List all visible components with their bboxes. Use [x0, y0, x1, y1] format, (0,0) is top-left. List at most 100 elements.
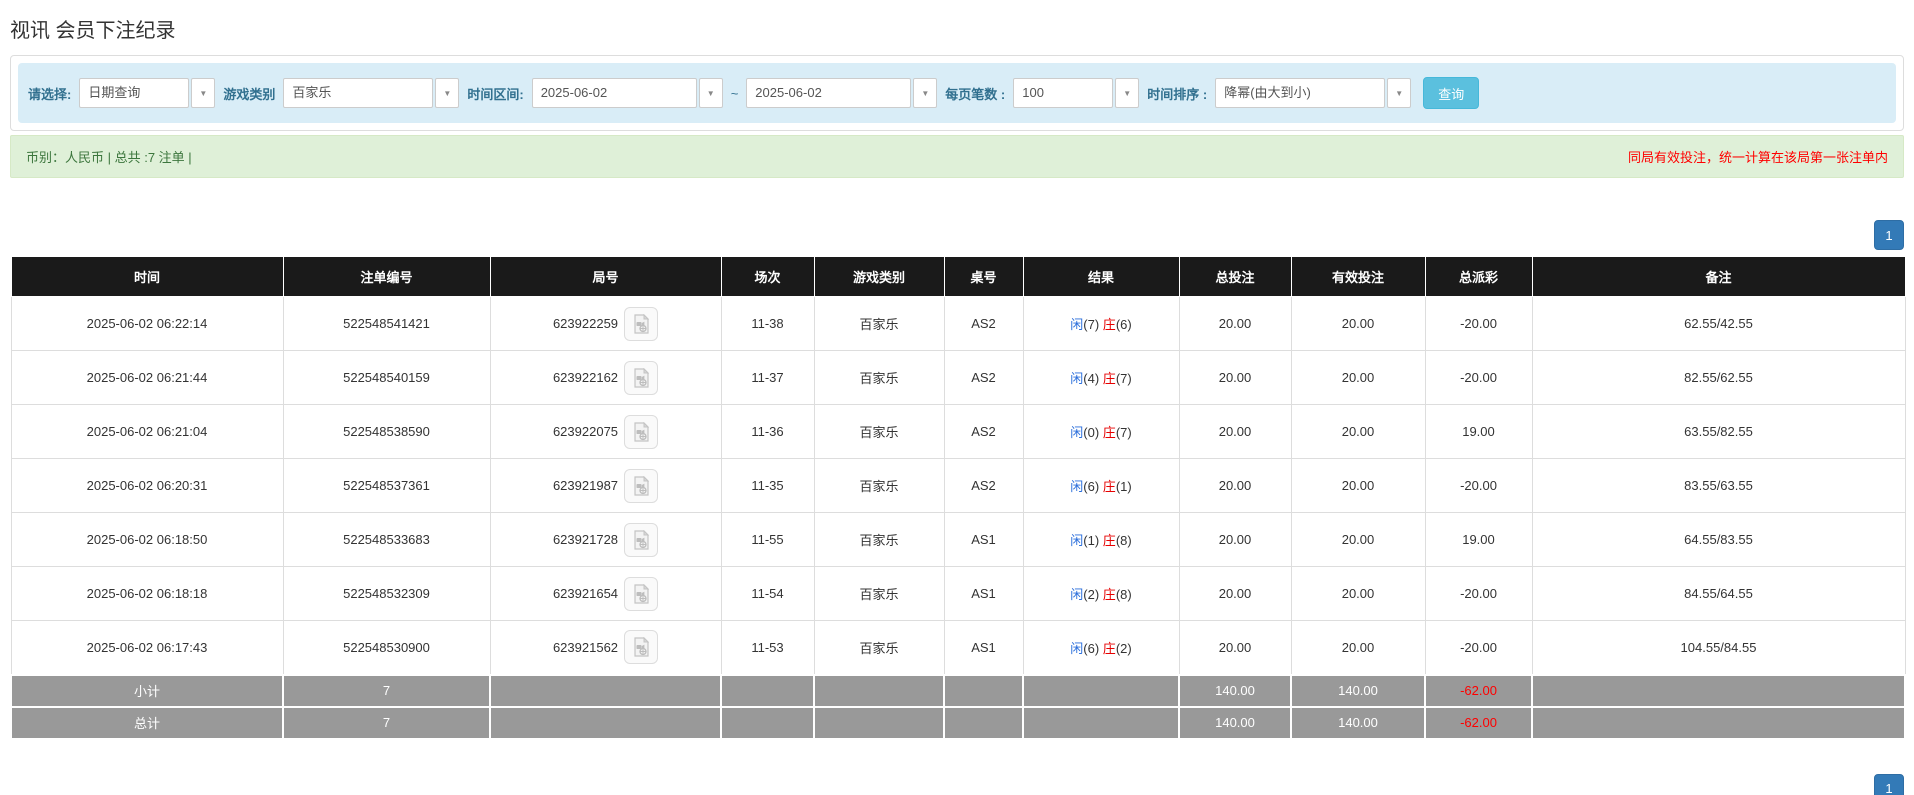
- chevron-down-icon[interactable]: ▼: [699, 78, 723, 108]
- page-size-value: 100: [1013, 78, 1113, 108]
- page-1-button[interactable]: 1: [1874, 774, 1904, 795]
- video-replay-button[interactable]: [624, 469, 658, 503]
- cell-valid-bet: 20.00: [1291, 297, 1425, 351]
- date-from-dropdown[interactable]: 2025-06-02 ▼: [532, 78, 723, 108]
- table-row: 2025-06-02 06:18:18 522548532309 6239216…: [11, 567, 1905, 621]
- cell-payout: 19.00: [1425, 405, 1532, 459]
- grand-total-row: 总计 7 140.00 140.00 -62.00: [11, 707, 1905, 739]
- cell-time: 2025-06-02 06:21:04: [11, 405, 283, 459]
- sort-order-dropdown[interactable]: 降幂(由大到小) ▼: [1215, 78, 1411, 108]
- select-mode-dropdown[interactable]: 日期查询 ▼: [79, 78, 215, 108]
- cell-total-bet[interactable]: 20.00: [1179, 405, 1291, 459]
- table-header-row: 时间 注单编号 局号 场次 游戏类别 桌号 结果 总投注 有效投注 总派彩 备注: [11, 257, 1905, 297]
- cell-game-type: 百家乐: [814, 405, 944, 459]
- bet-records-table: 时间 注单编号 局号 场次 游戏类别 桌号 结果 总投注 有效投注 总派彩 备注…: [10, 256, 1906, 740]
- select-mode-value: 日期查询: [79, 78, 189, 108]
- video-replay-button[interactable]: [624, 523, 658, 557]
- cell-total-bet[interactable]: 20.00: [1179, 297, 1291, 351]
- cell-time: 2025-06-02 06:18:50: [11, 513, 283, 567]
- time-range-label: 时间区间:: [467, 84, 523, 103]
- page-title: 视讯 会员下注纪录: [10, 14, 1914, 43]
- cell-valid-bet: 20.00: [1291, 513, 1425, 567]
- cell-session: 11-38: [721, 297, 814, 351]
- date-from-value: 2025-06-02: [532, 78, 697, 108]
- chevron-down-icon[interactable]: ▼: [1387, 78, 1411, 108]
- video-replay-icon: [631, 584, 651, 604]
- cell-session: 11-37: [721, 351, 814, 405]
- chevron-down-icon[interactable]: ▼: [1115, 78, 1139, 108]
- cell-session: 11-53: [721, 621, 814, 675]
- cell-payout: -20.00: [1425, 567, 1532, 621]
- cell-valid-bet: 20.00: [1291, 405, 1425, 459]
- total-total-bet: 140.00: [1179, 707, 1291, 739]
- total-valid-bet: 140.00: [1291, 707, 1425, 739]
- header-table-no: 桌号: [944, 257, 1023, 297]
- chevron-down-icon[interactable]: ▼: [913, 78, 937, 108]
- cell-result: 闲(6) 庄(2): [1023, 621, 1179, 675]
- cell-table-no: AS2: [944, 405, 1023, 459]
- video-replay-button[interactable]: [624, 630, 658, 664]
- filter-bar: 请选择: 日期查询 ▼ 游戏类别 百家乐 ▼ 时间区间: 2025-06-02 …: [18, 63, 1896, 123]
- cell-total-bet[interactable]: 20.00: [1179, 567, 1291, 621]
- table-row: 2025-06-02 06:18:50 522548533683 6239217…: [11, 513, 1905, 567]
- chevron-down-icon[interactable]: ▼: [435, 78, 459, 108]
- cell-total-bet[interactable]: 20.00: [1179, 351, 1291, 405]
- video-replay-button[interactable]: [624, 415, 658, 449]
- cell-remark: 62.55/42.55: [1532, 297, 1905, 351]
- cell-remark: 63.55/82.55: [1532, 405, 1905, 459]
- header-round-id: 局号: [490, 257, 721, 297]
- cell-table-no: AS2: [944, 459, 1023, 513]
- cell-remark: 64.55/83.55: [1532, 513, 1905, 567]
- sort-order-label: 时间排序 :: [1147, 84, 1207, 103]
- cell-bet-id: 522548540159: [283, 351, 490, 405]
- page-1-button[interactable]: 1: [1874, 220, 1904, 250]
- header-game-type: 游戏类别: [814, 257, 944, 297]
- cell-total-bet[interactable]: 20.00: [1179, 513, 1291, 567]
- table-row: 2025-06-02 06:21:04 522548538590 6239220…: [11, 405, 1905, 459]
- cell-time: 2025-06-02 06:22:14: [11, 297, 283, 351]
- date-to-dropdown[interactable]: 2025-06-02 ▼: [746, 78, 937, 108]
- cell-result: 闲(4) 庄(7): [1023, 351, 1179, 405]
- cell-valid-bet: 20.00: [1291, 567, 1425, 621]
- sort-order-value: 降幂(由大到小): [1215, 78, 1385, 108]
- cell-session: 11-35: [721, 459, 814, 513]
- cell-remark: 82.55/62.55: [1532, 351, 1905, 405]
- cell-session: 11-36: [721, 405, 814, 459]
- cell-round-id: 623921987: [490, 459, 721, 513]
- cell-time: 2025-06-02 06:20:31: [11, 459, 283, 513]
- header-bet-id: 注单编号: [283, 257, 490, 297]
- table-row: 2025-06-02 06:21:44 522548540159 6239221…: [11, 351, 1905, 405]
- pagination-bottom: 1: [10, 774, 1904, 795]
- cell-round-id: 623921654: [490, 567, 721, 621]
- cell-total-bet[interactable]: 20.00: [1179, 459, 1291, 513]
- cell-game-type: 百家乐: [814, 621, 944, 675]
- cell-payout: -20.00: [1425, 459, 1532, 513]
- cell-total-bet[interactable]: 20.00: [1179, 621, 1291, 675]
- cell-bet-id: 522548533683: [283, 513, 490, 567]
- cell-payout: -20.00: [1425, 621, 1532, 675]
- query-button[interactable]: 查询: [1423, 77, 1479, 109]
- subtotal-count: 7: [283, 675, 490, 707]
- video-replay-icon: [631, 476, 651, 496]
- cell-result: 闲(2) 庄(8): [1023, 567, 1179, 621]
- table-row: 2025-06-02 06:20:31 522548537361 6239219…: [11, 459, 1905, 513]
- page-size-dropdown[interactable]: 100 ▼: [1013, 78, 1139, 108]
- header-result: 结果: [1023, 257, 1179, 297]
- select-mode-label: 请选择:: [28, 84, 71, 103]
- video-replay-icon: [631, 314, 651, 334]
- video-replay-button[interactable]: [624, 307, 658, 341]
- video-replay-button[interactable]: [624, 361, 658, 395]
- chevron-down-icon[interactable]: ▼: [191, 78, 215, 108]
- game-type-label: 游戏类别: [223, 84, 275, 103]
- game-type-dropdown[interactable]: 百家乐 ▼: [283, 78, 459, 108]
- subtotal-total-bet: 140.00: [1179, 675, 1291, 707]
- cell-bet-id: 522548537361: [283, 459, 490, 513]
- cell-session: 11-55: [721, 513, 814, 567]
- video-replay-button[interactable]: [624, 577, 658, 611]
- cell-round-id: 623922162: [490, 351, 721, 405]
- date-range-tilde: ~: [731, 86, 739, 101]
- cell-game-type: 百家乐: [814, 351, 944, 405]
- subtotal-payout: -62.00: [1425, 675, 1532, 707]
- header-remark: 备注: [1532, 257, 1905, 297]
- cell-bet-id: 522548530900: [283, 621, 490, 675]
